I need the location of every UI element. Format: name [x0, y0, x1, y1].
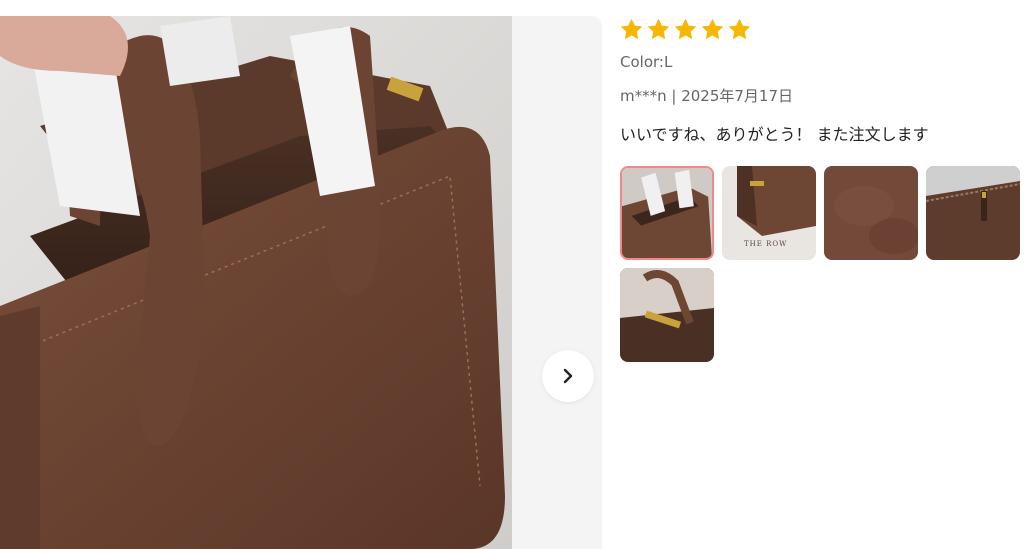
bag-photo-image — [0, 16, 512, 549]
author-and-date: m***n | 2025年7月17日 — [620, 87, 794, 105]
thumbnail-strip: THE ROW — [620, 166, 1020, 362]
thumbnail-5-image — [620, 268, 714, 362]
star-icon — [675, 18, 696, 39]
image-viewer — [0, 16, 602, 549]
thumbnail-2[interactable]: THE ROW — [722, 166, 816, 260]
next-image-button[interactable] — [542, 350, 594, 402]
star-icon — [621, 18, 642, 39]
thumbnail-3-image — [824, 166, 918, 260]
variant-label: Color:L — [620, 53, 673, 71]
review-detail-view: Color:L m***n | 2025年7月17日 いいですね、ありがとう！ … — [0, 0, 1024, 549]
review-text: いいですね、ありがとう！ また注文します — [620, 125, 929, 144]
star-icon — [648, 18, 669, 39]
thumbnail-4-image — [926, 166, 1020, 260]
thumbnail-1[interactable] — [620, 166, 714, 260]
star-icon — [729, 18, 750, 39]
star-icon — [702, 18, 723, 39]
chevron-right-icon — [563, 368, 573, 384]
thumbnail-3[interactable] — [824, 166, 918, 260]
main-review-photo[interactable] — [0, 16, 512, 549]
review-panel: Color:L m***n | 2025年7月17日 いいですね、ありがとう！ … — [620, 16, 1020, 362]
thumbnail-5[interactable] — [620, 268, 714, 362]
thumbnail-4[interactable] — [926, 166, 1020, 260]
star-rating — [620, 16, 1020, 42]
thumbnail-1-image — [622, 168, 712, 258]
brand-text: THE ROW — [744, 240, 788, 248]
